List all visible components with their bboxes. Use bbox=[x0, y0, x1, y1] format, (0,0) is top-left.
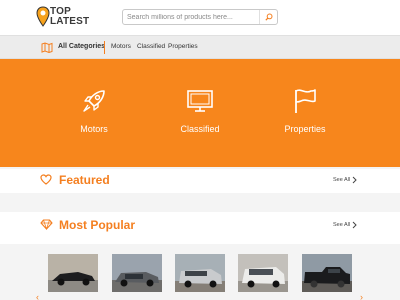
category-bar: All Categories Motors Classified Propert… bbox=[0, 35, 400, 59]
search-button[interactable] bbox=[259, 10, 277, 24]
carousel-prev-icon[interactable]: ‹ bbox=[36, 292, 39, 300]
most-popular-section: Most Popular See All bbox=[0, 212, 400, 244]
nav-link-classified[interactable]: Classified bbox=[137, 43, 165, 50]
category-divider bbox=[104, 41, 105, 54]
tile-classified-label: Classified bbox=[180, 124, 220, 134]
search-box bbox=[122, 9, 278, 25]
tv-icon bbox=[187, 90, 213, 112]
grey-sedan-thumb[interactable] bbox=[112, 254, 162, 292]
nav-link-properties[interactable]: Properties bbox=[168, 43, 198, 50]
logo[interactable]: TOP LATEST bbox=[36, 6, 96, 30]
popular-carousel bbox=[0, 244, 400, 300]
rocket-icon bbox=[83, 90, 105, 112]
black-sports-car-thumb[interactable] bbox=[48, 254, 98, 292]
tile-classified[interactable]: Classified bbox=[155, 59, 245, 167]
site-header: TOP LATEST bbox=[0, 0, 400, 35]
all-categories-link[interactable]: All Categories bbox=[58, 43, 105, 50]
location-pin-icon bbox=[36, 6, 50, 27]
silver-suv-thumb[interactable] bbox=[175, 254, 225, 292]
tile-motors-label: Motors bbox=[80, 124, 108, 134]
map-icon bbox=[41, 42, 53, 53]
flag-icon bbox=[295, 89, 316, 113]
featured-title: Featured bbox=[59, 173, 110, 187]
heart-icon bbox=[40, 174, 52, 185]
carousel-next-icon[interactable]: › bbox=[360, 292, 363, 300]
search-icon bbox=[264, 13, 272, 21]
tile-motors[interactable]: Motors bbox=[49, 59, 139, 167]
diamond-icon bbox=[40, 219, 53, 230]
chevron-right-icon[interactable] bbox=[352, 221, 357, 229]
white-minivan-thumb[interactable] bbox=[238, 254, 288, 292]
chevron-right-icon[interactable] bbox=[352, 176, 357, 184]
tile-properties[interactable]: Properties bbox=[260, 59, 350, 167]
tile-properties-label: Properties bbox=[284, 124, 326, 134]
featured-see-all-link[interactable]: See All bbox=[333, 177, 350, 183]
search-input[interactable] bbox=[127, 11, 257, 23]
black-pickup-truck-thumb[interactable] bbox=[302, 254, 352, 292]
most-popular-title: Most Popular bbox=[59, 218, 136, 232]
category-banner: Motors Classified Properties bbox=[0, 59, 400, 167]
most-popular-see-all-link[interactable]: See All bbox=[333, 222, 350, 228]
logo-text: TOP LATEST bbox=[50, 6, 90, 27]
featured-section: Featured See All bbox=[0, 169, 400, 193]
nav-link-motors[interactable]: Motors bbox=[111, 43, 131, 50]
